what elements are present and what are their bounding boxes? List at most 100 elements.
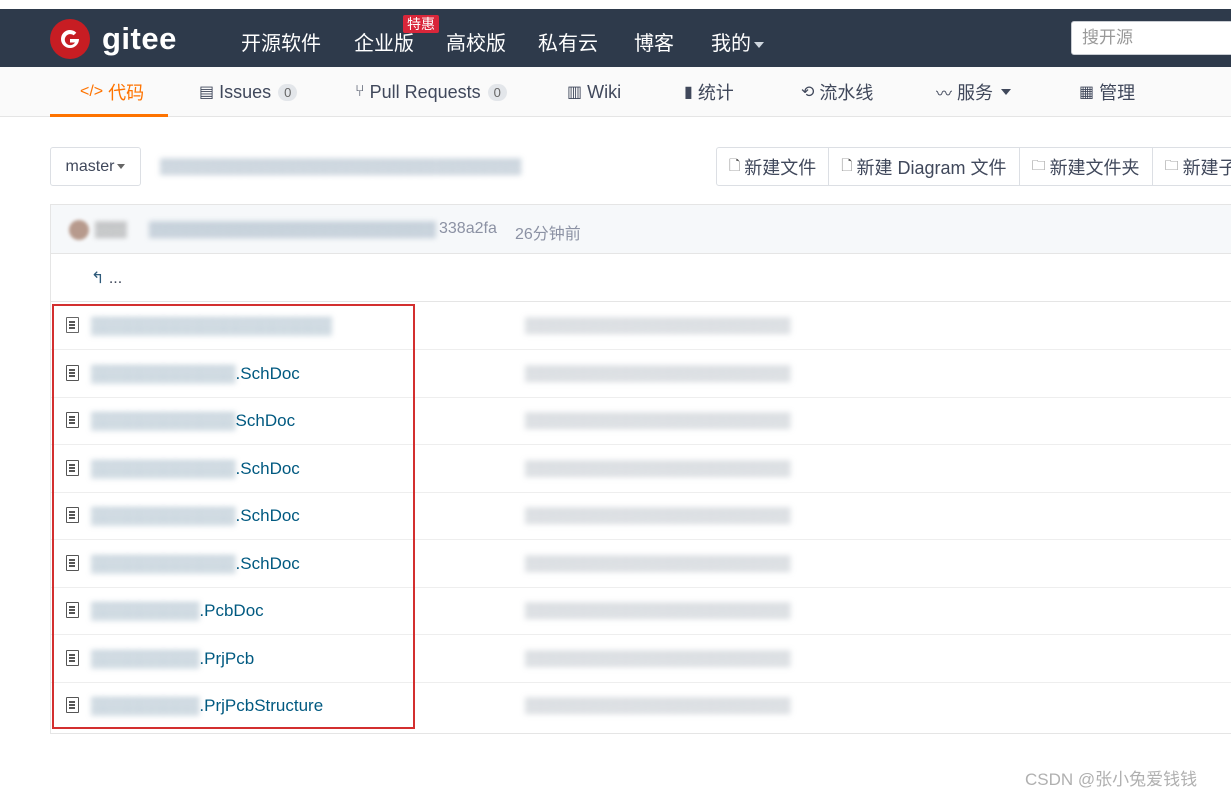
manage-icon: ▦ xyxy=(1079,84,1095,101)
pull-requests-count-badge: 0 xyxy=(487,83,507,101)
tab-pull-requests[interactable]: ⑂ Pull Requests 0 xyxy=(355,67,507,117)
file-list: ▒▒▒ ▒▒▒▒▒▒▒▒▒▒▒▒▒▒▒▒▒▒▒▒▒▒▒▒▒▒▒ 338a2fa … xyxy=(50,204,1231,734)
tab-stats-label: 统计 xyxy=(697,83,734,103)
nav-private-cloud[interactable]: 私有云 xyxy=(538,27,598,56)
file-icon xyxy=(66,555,79,571)
tab-code-label: 代码 xyxy=(108,83,145,103)
file-row[interactable]: ▒▒▒▒▒▒▒▒▒▒▒▒.SchDoc ▒▒▒▒▒▒▒▒▒▒▒▒▒▒▒▒▒▒▒▒… xyxy=(51,540,1231,588)
pull-request-icon: ⑂ xyxy=(355,83,365,100)
file-icon xyxy=(66,317,79,333)
chevron-down-icon xyxy=(754,41,764,48)
file-name[interactable]: ▒▒▒▒▒▒▒▒▒▒▒▒▒▒▒▒▒▒▒▒ xyxy=(91,316,332,336)
new-file-button[interactable]: 🗋 新建文件 xyxy=(717,148,830,185)
file-name[interactable]: ▒▒▒▒▒▒▒▒▒.PcbDoc xyxy=(91,601,264,621)
search-input[interactable] xyxy=(1072,22,1231,54)
file-row[interactable]: ▒▒▒▒▒▒▒▒▒▒▒▒.SchDoc ▒▒▒▒▒▒▒▒▒▒▒▒▒▒▒▒▒▒▒▒… xyxy=(51,350,1231,398)
new-diagram-button[interactable]: 🗋 新建 Diagram 文件 xyxy=(829,148,1020,185)
parent-directory-link[interactable]: ↰ ... xyxy=(91,268,122,288)
new-submodule-label: 新建子模块 xyxy=(1182,157,1231,178)
file-commit-message[interactable]: ▒▒▒▒▒▒▒▒▒▒▒▒▒▒▒▒▒▒▒▒▒▒▒▒▒ xyxy=(525,697,791,714)
file-name[interactable]: ▒▒▒▒▒▒▒▒▒▒▒▒.SchDoc xyxy=(91,506,300,526)
file-commit-message[interactable]: ▒▒▒▒▒▒▒▒▒▒▒▒▒▒▒▒▒▒▒▒▒▒▒▒▒ xyxy=(525,650,791,667)
file-row[interactable]: ▒▒▒▒▒▒▒▒▒.PrjPcbStructure ▒▒▒▒▒▒▒▒▒▒▒▒▒▒… xyxy=(51,682,1231,730)
file-name[interactable]: ▒▒▒▒▒▒▒▒▒▒▒▒.SchDoc xyxy=(91,459,300,479)
issues-count-badge: 0 xyxy=(278,83,298,101)
file-commit-message[interactable]: ▒▒▒▒▒▒▒▒▒▒▒▒▒▒▒▒▒▒▒▒▒▒▒▒▒ xyxy=(525,317,791,334)
file-row[interactable]: ▒▒▒▒▒▒▒▒▒▒▒▒.SchDoc ▒▒▒▒▒▒▒▒▒▒▒▒▒▒▒▒▒▒▒▒… xyxy=(51,445,1231,493)
file-name[interactable]: ▒▒▒▒▒▒▒▒▒▒▒▒.SchDoc xyxy=(91,364,300,384)
branch-selector[interactable]: master xyxy=(50,147,141,186)
file-row[interactable]: ▒▒▒▒▒▒▒▒▒.PcbDoc ▒▒▒▒▒▒▒▒▒▒▒▒▒▒▒▒▒▒▒▒▒▒▒… xyxy=(51,587,1231,635)
new-folder-button[interactable]: 🗀 新建文件夹 xyxy=(1020,148,1153,185)
parent-directory-row[interactable]: ↰ ... xyxy=(51,254,1231,302)
search-box xyxy=(1071,21,1231,55)
file-name[interactable]: ▒▒▒▒▒▒▒▒▒▒▒▒.SchDoc xyxy=(91,554,300,574)
top-navbar: gitee 开源软件 企业版 特惠 高校版 私有云 博客 我的 xyxy=(0,0,1231,67)
gitee-logo[interactable]: gitee xyxy=(50,19,177,59)
issues-icon: ▤ xyxy=(199,84,215,101)
new-file-label: 新建文件 xyxy=(744,157,817,178)
file-commit-message[interactable]: ▒▒▒▒▒▒▒▒▒▒▒▒▒▒▒▒▒▒▒▒▒▒▒▒▒ xyxy=(525,555,791,572)
folder-plus-icon: 🗀 xyxy=(1031,156,1046,173)
tab-stats[interactable]: ▮ 统计 xyxy=(684,67,734,117)
nav-education[interactable]: 高校版 xyxy=(446,27,506,56)
tab-issues-label: Issues xyxy=(219,81,272,102)
file-icon xyxy=(66,507,79,523)
logo-text: gitee xyxy=(102,21,177,56)
active-tab-indicator xyxy=(50,114,168,117)
promo-badge: 特惠 xyxy=(403,15,439,33)
tab-pipeline[interactable]: ⟲ 流水线 xyxy=(801,67,873,117)
stats-icon: ▮ xyxy=(684,84,693,101)
file-name[interactable]: ▒▒▒▒▒▒▒▒▒.PrjPcbStructure xyxy=(91,696,323,716)
commit-hash[interactable]: 338a2fa xyxy=(439,220,497,238)
file-row[interactable]: ▒▒▒▒▒▒▒▒▒▒▒▒SchDoc ▒▒▒▒▒▒▒▒▒▒▒▒▒▒▒▒▒▒▒▒▒… xyxy=(51,397,1231,445)
pipeline-icon: ⟲ xyxy=(801,84,815,101)
watermark: CSDN @张小兔爱钱钱 xyxy=(1025,770,1198,789)
branch-name: master xyxy=(65,157,115,175)
avatar[interactable] xyxy=(69,220,89,240)
file-action-group: 🗋 新建文件 🗋 新建 Diagram 文件 🗀 新建文件夹 🗀 新建子模块 xyxy=(716,147,1231,186)
file-name[interactable]: ▒▒▒▒▒▒▒▒▒▒▒▒SchDoc xyxy=(91,411,295,431)
file-commit-message[interactable]: ▒▒▒▒▒▒▒▒▒▒▒▒▒▒▒▒▒▒▒▒▒▒▒▒▒ xyxy=(525,507,791,524)
service-icon: 〰 xyxy=(936,86,953,103)
nav-mine[interactable]: 我的 xyxy=(711,27,764,56)
parent-directory-label: ... xyxy=(108,270,123,287)
tab-pull-requests-label: Pull Requests xyxy=(369,81,481,102)
file-commit-message[interactable]: ▒▒▒▒▒▒▒▒▒▒▒▒▒▒▒▒▒▒▒▒▒▒▒▒▒ xyxy=(525,602,791,619)
nav-blog[interactable]: 博客 xyxy=(634,27,674,56)
commit-message[interactable]: ▒▒▒▒▒▒▒▒▒▒▒▒▒▒▒▒▒▒▒▒▒▒▒▒▒▒▒ xyxy=(149,221,436,238)
new-folder-label: 新建文件夹 xyxy=(1049,157,1140,178)
file-commit-message[interactable]: ▒▒▒▒▒▒▒▒▒▒▒▒▒▒▒▒▒▒▒▒▒▒▒▒▒ xyxy=(525,412,791,429)
latest-commit-row: ▒▒▒ ▒▒▒▒▒▒▒▒▒▒▒▒▒▒▒▒▒▒▒▒▒▒▒▒▒▒▒ 338a2fa … xyxy=(51,205,1231,254)
gitee-logo-icon xyxy=(50,19,90,59)
commit-time: 26分钟前 xyxy=(515,226,581,243)
file-icon xyxy=(66,650,79,666)
chevron-down-icon xyxy=(117,164,126,169)
file-icon xyxy=(66,602,79,618)
breadcrumb: ▒▒▒▒▒▒▒▒▒▒▒▒▒▒▒▒▒▒▒▒▒▒▒▒▒▒▒▒▒▒▒▒▒▒ xyxy=(160,158,522,175)
file-row[interactable]: ▒▒▒▒▒▒▒▒▒.PrjPcb ▒▒▒▒▒▒▒▒▒▒▒▒▒▒▒▒▒▒▒▒▒▒▒… xyxy=(51,635,1231,683)
file-name[interactable]: ▒▒▒▒▒▒▒▒▒.PrjPcb xyxy=(91,649,254,669)
chevron-down-icon xyxy=(1001,89,1012,95)
file-icon xyxy=(66,697,79,713)
file-commit-message[interactable]: ▒▒▒▒▒▒▒▒▒▒▒▒▒▒▒▒▒▒▒▒▒▒▒▒▒ xyxy=(525,365,791,382)
file-commit-message[interactable]: ▒▒▒▒▒▒▒▒▒▒▒▒▒▒▒▒▒▒▒▒▒▒▒▒▒ xyxy=(525,460,791,477)
file-row[interactable]: ▒▒▒▒▒▒▒▒▒▒▒▒.SchDoc ▒▒▒▒▒▒▒▒▒▒▒▒▒▒▒▒▒▒▒▒… xyxy=(51,492,1231,540)
new-diagram-label: 新建 Diagram 文件 xyxy=(856,157,1007,178)
file-row[interactable]: ▒▒▒▒▒▒▒▒▒▒▒▒▒▒▒▒▒▒▒▒ ▒▒▒▒▒▒▒▒▒▒▒▒▒▒▒▒▒▒▒… xyxy=(51,302,1231,350)
tab-code[interactable]: </> 代码 xyxy=(80,67,144,117)
tab-pipeline-label: 流水线 xyxy=(819,83,874,103)
tab-issues[interactable]: ▤ Issues 0 xyxy=(199,67,298,117)
tab-manage[interactable]: ▦ 管理 xyxy=(1079,67,1135,117)
tab-wiki[interactable]: ▥ Wiki xyxy=(567,67,621,117)
repo-tabs: </> 代码 ▤ Issues 0 ⑂ Pull Requests 0 ▥ Wi… xyxy=(0,67,1231,117)
wiki-icon: ▥ xyxy=(567,84,583,101)
submodule-icon: 🗀 xyxy=(1164,156,1179,173)
nav-mine-label: 我的 xyxy=(711,33,751,55)
tab-service[interactable]: 〰 服务 xyxy=(936,67,1012,117)
code-icon: </> xyxy=(80,83,104,100)
file-plus-icon: 🗋 xyxy=(729,156,741,173)
nav-open-source[interactable]: 开源软件 xyxy=(241,27,321,56)
commit-author[interactable]: ▒▒▒ xyxy=(95,221,127,238)
new-submodule-button[interactable]: 🗀 新建子模块 xyxy=(1153,148,1231,185)
